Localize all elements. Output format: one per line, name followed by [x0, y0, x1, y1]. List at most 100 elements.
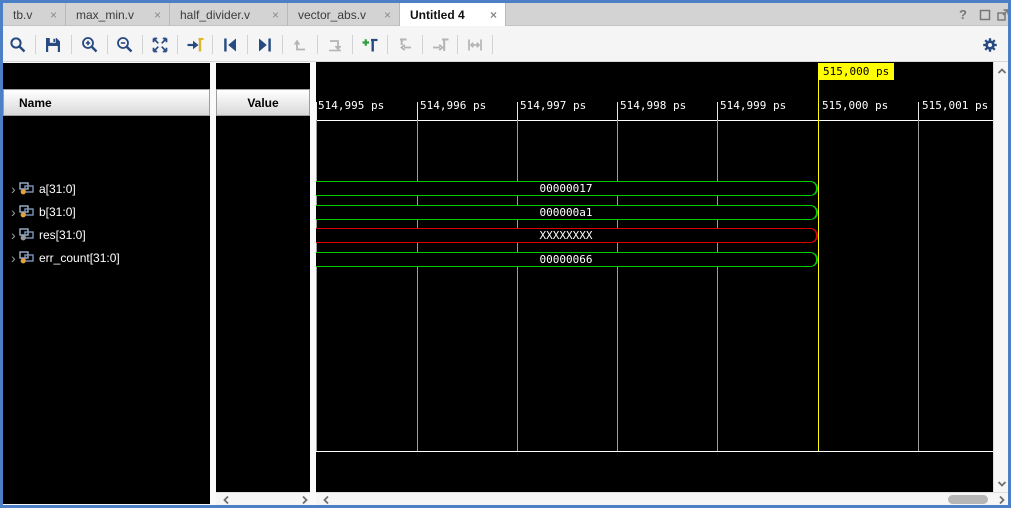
bus-signal-icon	[19, 182, 34, 195]
zoom-in-icon	[80, 35, 100, 55]
tab-label: vector_abs.v	[288, 8, 366, 22]
toolbar-separator	[177, 35, 178, 54]
time-tick	[316, 102, 317, 120]
close-icon[interactable]: ×	[376, 8, 399, 22]
maximize-icon[interactable]	[979, 7, 991, 22]
time-tick-label: 514,997 ps	[520, 99, 586, 112]
toolbar-separator	[422, 35, 423, 54]
waveform-canvas[interactable]: 514,995 ps 514,996 ps 514,997 ps 514,998…	[316, 62, 993, 492]
signal-name: b[31:0]	[39, 205, 76, 219]
tab-tb-v[interactable]: tb.v ×	[3, 3, 66, 26]
save-waveform-button[interactable]	[41, 33, 65, 57]
float-window-icon[interactable]	[997, 7, 1009, 22]
tab-max-min-v[interactable]: max_min.v ×	[66, 3, 170, 26]
bus-value: 000000a1	[540, 206, 593, 219]
expand-chevron-icon[interactable]: ›	[3, 228, 17, 242]
bus-signal-icon	[19, 251, 34, 264]
toolbar-separator	[71, 35, 72, 54]
time-tick	[918, 102, 919, 120]
scroll-up-icon[interactable]	[995, 64, 1008, 77]
tab-half-divider-v[interactable]: half_divider.v ×	[170, 3, 288, 26]
previous-marker-icon	[395, 35, 415, 55]
scroll-left-icon[interactable]	[219, 493, 232, 506]
scroll-left-icon[interactable]	[319, 493, 332, 506]
expand-chevron-icon[interactable]: ›	[3, 205, 17, 219]
close-icon[interactable]: ×	[482, 8, 505, 22]
time-tick-label: 514,996 ps	[420, 99, 486, 112]
bus-value: XXXXXXXX	[540, 229, 593, 242]
tab-untitled-4[interactable]: Untitled 4 ×	[400, 3, 506, 26]
next-transition-icon	[255, 35, 275, 55]
toolbar-separator	[35, 35, 36, 54]
go-to-cursor-button[interactable]	[183, 33, 207, 57]
settings-gear-button[interactable]	[978, 33, 1002, 57]
waveform-toolbar	[3, 26, 1008, 62]
editor-tab-bar: tb.v × max_min.v × half_divider.v × vect…	[3, 3, 1008, 26]
value-column-header: Value	[216, 89, 310, 116]
marker-span-icon	[465, 35, 485, 55]
time-gridline	[316, 120, 317, 451]
time-tick	[617, 102, 618, 120]
toolbar-separator	[282, 35, 283, 54]
signal-row-b[interactable]: › b[31:0]	[3, 200, 210, 223]
close-icon[interactable]: ×	[146, 8, 169, 22]
expand-chevron-icon[interactable]: ›	[3, 251, 17, 265]
toolbar-separator	[212, 35, 213, 54]
zoom-fit-button[interactable]	[148, 33, 172, 57]
waveform-hscrollbar[interactable]	[316, 492, 1008, 505]
close-icon[interactable]: ×	[264, 8, 287, 22]
time-gridline	[517, 120, 518, 451]
time-tick	[517, 102, 518, 120]
next-transition-button[interactable]	[253, 33, 277, 57]
signal-row-res[interactable]: › res[31:0]	[3, 223, 210, 246]
time-gridline	[617, 120, 618, 451]
tab-vector-abs-v[interactable]: vector_abs.v ×	[288, 3, 400, 26]
time-cursor-line[interactable]	[818, 80, 819, 451]
time-tick-label: 514,995 ps	[318, 99, 384, 112]
swap-cursor-icon	[290, 35, 310, 55]
toolbar-separator	[457, 35, 458, 54]
expand-chevron-icon[interactable]: ›	[3, 182, 17, 196]
wave-window-body: › a[31:0] › b[31:0] › res[31:0] › err_co…	[3, 62, 1008, 505]
time-gridline	[717, 120, 718, 451]
tab-label: Untitled 4	[400, 8, 465, 22]
move-cursor-icon	[325, 35, 345, 55]
bus-value: 00000066	[540, 253, 593, 266]
add-marker-button[interactable]	[358, 33, 382, 57]
wave-bus-b: 000000a1	[316, 205, 818, 220]
toolbar-separator	[142, 35, 143, 54]
find-button[interactable]	[6, 33, 30, 57]
previous-transition-icon	[220, 35, 240, 55]
time-gridline	[918, 120, 919, 451]
next-marker-icon	[430, 35, 450, 55]
tab-label: half_divider.v	[170, 8, 250, 22]
time-tick	[717, 102, 718, 120]
previous-transition-button[interactable]	[218, 33, 242, 57]
scroll-right-icon[interactable]	[298, 493, 311, 506]
value-panel-hscrollbar[interactable]	[216, 492, 310, 505]
signal-row-err-count[interactable]: › err_count[31:0]	[3, 246, 210, 269]
go-to-cursor-icon	[185, 35, 205, 55]
zoom-in-button[interactable]	[78, 33, 102, 57]
close-icon[interactable]: ×	[42, 8, 65, 22]
help-icon[interactable]: ?	[959, 7, 967, 22]
time-tick	[417, 102, 418, 120]
wave-bus-res: XXXXXXXX	[316, 228, 818, 243]
zoom-out-icon	[115, 35, 135, 55]
bus-value: 00000017	[540, 182, 593, 195]
signal-row-a[interactable]: › a[31:0]	[3, 177, 210, 200]
time-gridline	[417, 120, 418, 451]
vertical-scrollbar[interactable]	[993, 62, 1008, 492]
toolbar-separator	[352, 35, 353, 54]
panel-splitter[interactable]	[210, 62, 216, 505]
signal-name: err_count[31:0]	[39, 251, 120, 265]
scroll-right-icon[interactable]	[995, 493, 1008, 506]
zoom-out-button[interactable]	[113, 33, 137, 57]
scroll-down-icon[interactable]	[995, 477, 1008, 490]
toolbar-separator	[247, 35, 248, 54]
waveform-viewer-window: tb.v × max_min.v × half_divider.v × vect…	[0, 0, 1011, 508]
bus-signal-icon-undefined	[19, 228, 34, 241]
hscroll-thumb[interactable]	[948, 495, 988, 504]
find-icon	[8, 35, 28, 55]
signal-name: a[31:0]	[39, 182, 76, 196]
